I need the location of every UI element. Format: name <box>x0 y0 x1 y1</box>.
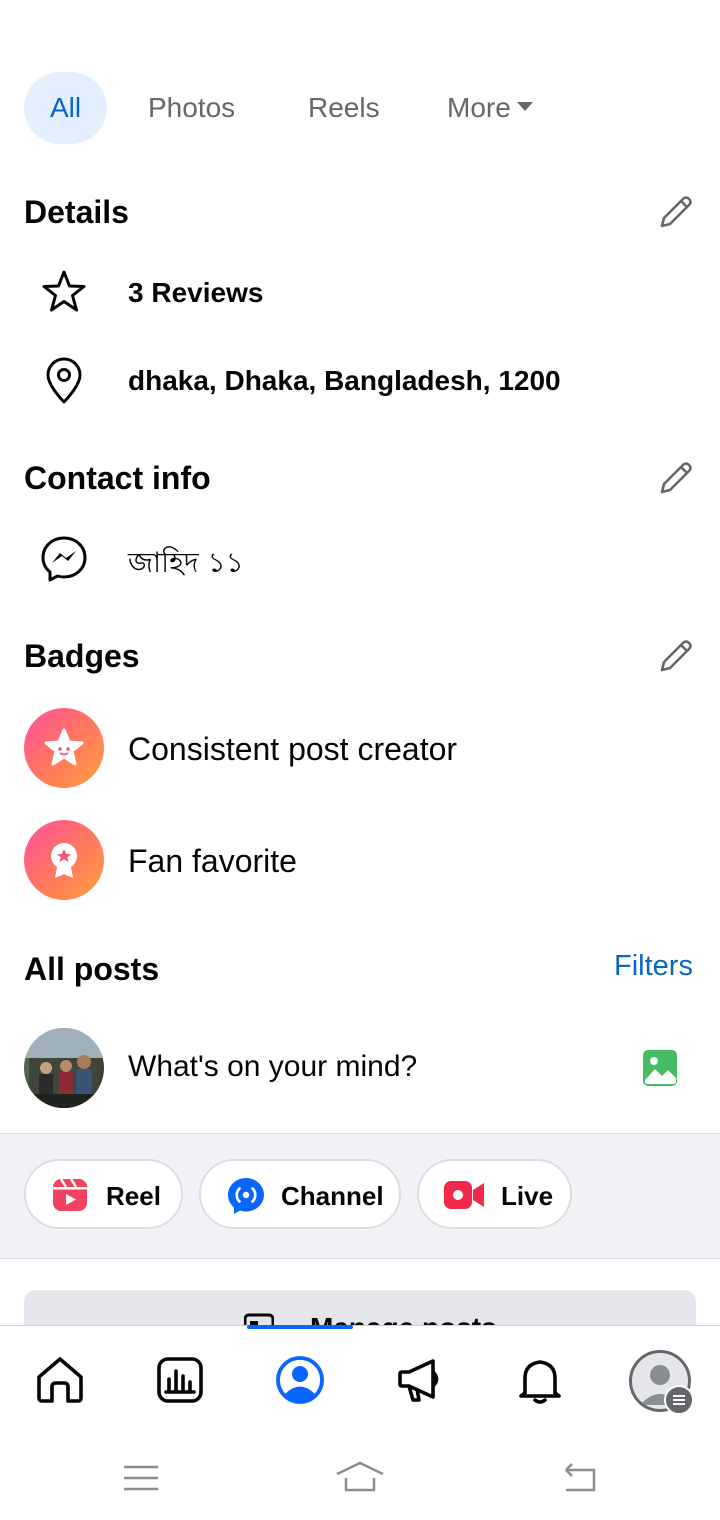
pencil-icon[interactable] <box>656 192 696 232</box>
live-video-icon <box>444 1181 484 1209</box>
active-tab-indicator <box>247 1325 353 1329</box>
star-icon <box>42 270 86 312</box>
location-text: dhaka, Dhaka, Bangladesh, 1200 <box>128 365 561 396</box>
live-button[interactable]: Live <box>417 1159 572 1229</box>
details-title: Details <box>24 194 129 230</box>
photo-icon[interactable] <box>642 1049 678 1087</box>
avatar[interactable] <box>24 1028 104 1108</box>
badge-label: Consistent post creator <box>128 731 458 767</box>
messenger-icon <box>41 536 87 582</box>
channel-button[interactable]: Channel <box>199 1159 401 1229</box>
reel-icon <box>53 1178 87 1211</box>
reel-label: Reel <box>106 1181 161 1211</box>
messenger-contact-text: জাহিদ ১১ <box>128 546 244 579</box>
caret-down-icon <box>516 102 533 112</box>
location-pin-icon <box>46 357 82 404</box>
profile-icon[interactable] <box>270 1350 330 1410</box>
tab-more-label: More <box>447 92 511 123</box>
composer-input[interactable]: What's on your mind? <box>128 1050 417 1084</box>
recent-apps-icon[interactable] <box>122 1463 160 1493</box>
bell-icon[interactable] <box>510 1350 570 1410</box>
badges-title: Badges <box>24 638 140 674</box>
insights-icon[interactable] <box>150 1350 210 1410</box>
live-label: Live <box>501 1181 554 1211</box>
channel-label: Channel <box>281 1181 384 1211</box>
reviews-text: 3 Reviews <box>128 277 264 308</box>
tab-photos[interactable]: Photos <box>148 72 235 144</box>
tab-all[interactable]: All <box>24 72 107 144</box>
home-button-icon[interactable] <box>334 1460 386 1494</box>
all-posts-title: All posts <box>24 951 160 987</box>
pencil-icon[interactable] <box>656 458 696 498</box>
menu-icon[interactable] <box>664 1385 694 1415</box>
contact-info-title: Contact info <box>24 460 211 496</box>
fan-favorite-badge-icon <box>24 820 104 900</box>
badge-label: Fan favorite <box>128 843 297 879</box>
back-icon[interactable] <box>560 1460 600 1494</box>
consistent-creator-badge-icon <box>24 708 104 788</box>
bottom-nav <box>0 1325 720 1436</box>
home-icon[interactable] <box>30 1350 90 1410</box>
tab-more[interactable]: More <box>447 72 533 144</box>
filters-link[interactable]: Filters <box>614 950 693 983</box>
tab-reels[interactable]: Reels <box>308 72 380 144</box>
channel-icon <box>228 1178 264 1214</box>
pencil-icon[interactable] <box>656 636 696 676</box>
reel-button[interactable]: Reel <box>24 1159 183 1229</box>
megaphone-icon[interactable] <box>390 1350 450 1410</box>
